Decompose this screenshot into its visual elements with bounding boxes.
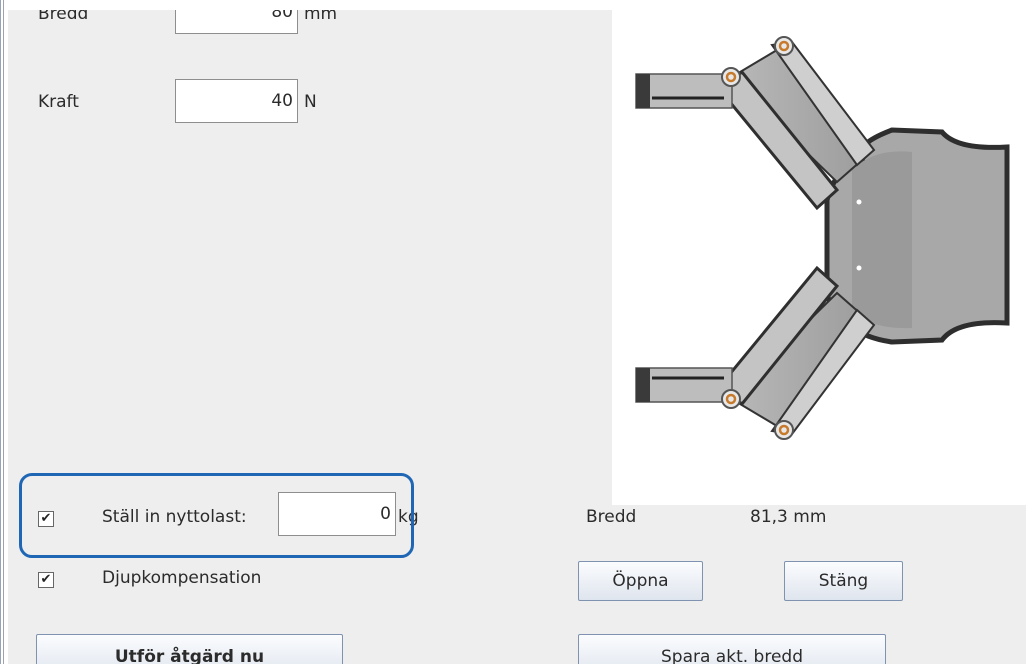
force-label: Kraft bbox=[38, 92, 79, 112]
force-input[interactable]: 40 bbox=[175, 79, 298, 123]
close-button[interactable]: Stäng bbox=[784, 561, 903, 601]
depth-label: Djupkompensation bbox=[102, 568, 262, 588]
execute-now-button[interactable]: Utför åtgärd nu bbox=[36, 634, 343, 664]
save-width-button[interactable]: Spara akt. bredd bbox=[578, 634, 886, 664]
width-input[interactable]: 80 bbox=[175, 10, 298, 34]
gripper-image bbox=[612, 10, 1026, 505]
width-label: Bredd bbox=[38, 10, 89, 24]
gripper-settings-panel: Bredd 80 mm Kraft 40 N ✔ Ställ in nyttol… bbox=[8, 10, 1026, 664]
current-width-label: Bredd bbox=[586, 507, 637, 527]
width-unit: mm bbox=[304, 10, 338, 24]
force-unit: N bbox=[304, 92, 317, 112]
payload-highlight bbox=[19, 473, 414, 558]
left-border bbox=[0, 0, 4, 664]
current-width-value: 81,3 mm bbox=[750, 507, 827, 527]
gripper-icon bbox=[635, 36, 1010, 440]
depth-checkbox[interactable]: ✔ bbox=[38, 572, 54, 588]
open-button[interactable]: Öppna bbox=[578, 561, 703, 601]
